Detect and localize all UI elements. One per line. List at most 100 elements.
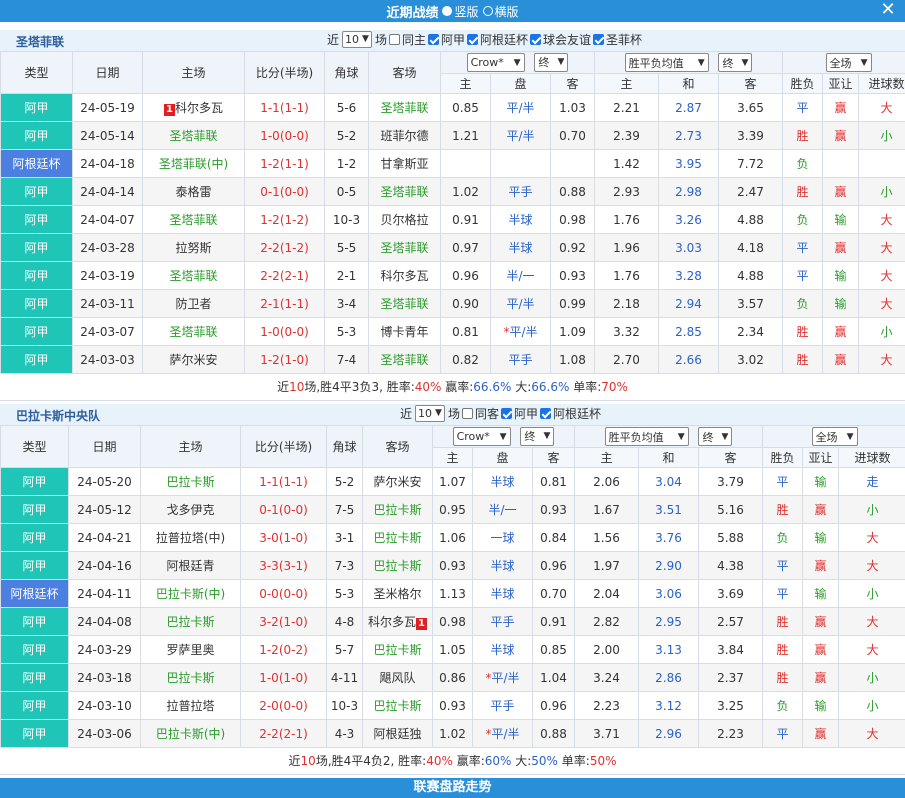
home-team-cell[interactable]: 拉普拉塔(中) bbox=[140, 523, 241, 552]
home-team-cell[interactable]: 圣塔菲联(中) bbox=[142, 149, 245, 178]
match-type[interactable]: 阿甲 bbox=[0, 523, 69, 552]
stage-select[interactable]: 终 ▼ bbox=[534, 52, 569, 72]
avg-select[interactable]: 胜平负均值 ▼ bbox=[624, 53, 709, 72]
away-team-cell[interactable]: 圣米格尔 bbox=[362, 579, 433, 608]
home-team-cell[interactable]: 1 科尔多瓦 bbox=[142, 93, 245, 122]
away-team[interactable]: 圣塔菲联 bbox=[380, 101, 428, 115]
home-team[interactable]: 圣塔菲联 bbox=[169, 213, 217, 227]
match-type[interactable]: 阿甲 bbox=[0, 719, 69, 748]
home-team-cell[interactable]: 泰格雷 bbox=[142, 177, 245, 206]
match-type[interactable]: 阿甲 bbox=[0, 551, 69, 580]
away-team-cell[interactable]: 科尔多瓦 1 bbox=[362, 607, 433, 636]
match-type[interactable]: 阿甲 bbox=[0, 93, 73, 122]
match-type[interactable]: 阿甲 bbox=[0, 121, 73, 150]
match-type[interactable]: 阿甲 bbox=[0, 289, 73, 318]
match-score[interactable]: 3-2(1-0) bbox=[240, 607, 327, 636]
match-score[interactable]: 1-0(0-0) bbox=[244, 121, 325, 150]
away-team[interactable]: 圣塔菲联 bbox=[380, 185, 428, 199]
match-type[interactable]: 阿甲 bbox=[0, 205, 73, 234]
home-team-cell[interactable]: 巴拉卡斯 bbox=[140, 663, 241, 692]
home-team[interactable]: 萨尔米安 bbox=[169, 353, 217, 367]
home-team[interactable]: 拉努斯 bbox=[175, 241, 211, 255]
match-score[interactable]: 2-2(2-1) bbox=[244, 261, 325, 290]
match-type[interactable]: 阿甲 bbox=[0, 317, 73, 346]
home-team-cell[interactable]: 防卫者 bbox=[142, 289, 245, 318]
stage-select[interactable]: 终 ▼ bbox=[520, 426, 555, 446]
count-select[interactable]: 10 ▼ bbox=[415, 405, 445, 422]
match-type[interactable]: 阿甲 bbox=[0, 663, 69, 692]
filter-checkbox-c4[interactable] bbox=[593, 34, 605, 45]
home-team-cell[interactable]: 圣塔菲联 bbox=[142, 317, 245, 346]
match-score[interactable]: 1-2(1-1) bbox=[244, 149, 325, 178]
home-team[interactable]: 泰格雷 bbox=[175, 185, 211, 199]
same-checkbox[interactable] bbox=[461, 408, 473, 419]
away-team[interactable]: 巴拉卡斯 bbox=[373, 643, 421, 657]
match-type[interactable]: 阿甲 bbox=[0, 467, 69, 496]
home-team[interactable]: 巴拉卡斯(中) bbox=[156, 727, 225, 741]
away-team-cell[interactable]: 巴拉卡斯 bbox=[362, 635, 433, 664]
match-score[interactable]: 1-1(1-1) bbox=[240, 467, 327, 496]
away-team-cell[interactable]: 科尔多瓦 bbox=[368, 261, 441, 290]
away-team[interactable]: 圣塔菲联 bbox=[380, 353, 428, 367]
home-team[interactable]: 圣塔菲联 bbox=[169, 129, 217, 143]
away-team-cell[interactable]: 阿根廷独 bbox=[362, 719, 433, 748]
match-score[interactable]: 0-1(0-0) bbox=[244, 177, 325, 206]
count-select[interactable]: 10 ▼ bbox=[342, 31, 372, 48]
match-score[interactable]: 1-1(1-1) bbox=[244, 93, 325, 122]
home-team-cell[interactable]: 戈多伊克 bbox=[140, 495, 241, 524]
home-team-cell[interactable]: 阿根廷青 bbox=[140, 551, 241, 580]
away-team[interactable]: 科尔多瓦 bbox=[380, 269, 428, 283]
home-team-cell[interactable]: 拉普拉塔 bbox=[140, 691, 241, 720]
match-score[interactable]: 1-2(1-2) bbox=[244, 205, 325, 234]
home-team-cell[interactable]: 巴拉卡斯(中) bbox=[140, 719, 241, 748]
home-team-cell[interactable]: 罗萨里奥 bbox=[140, 635, 241, 664]
away-team[interactable]: 巴拉卡斯 bbox=[373, 503, 421, 517]
away-team-cell[interactable]: 圣塔菲联 bbox=[368, 289, 441, 318]
away-team-cell[interactable]: 巴拉卡斯 bbox=[362, 523, 433, 552]
home-team[interactable]: 防卫者 bbox=[175, 297, 211, 311]
home-team-cell[interactable]: 圣塔菲联 bbox=[142, 261, 245, 290]
away-team[interactable]: 班菲尔德 bbox=[380, 129, 428, 143]
stage2-select[interactable]: 终 ▼ bbox=[698, 427, 733, 446]
away-team-cell[interactable]: 班菲尔德 bbox=[368, 121, 441, 150]
away-team[interactable]: 巴拉卡斯 bbox=[373, 531, 421, 545]
match-score[interactable]: 2-0(0-0) bbox=[240, 691, 327, 720]
match-type[interactable]: 阿根廷杯 bbox=[0, 149, 73, 178]
radio-checked-icon[interactable] bbox=[442, 6, 453, 16]
home-team-cell[interactable]: 拉努斯 bbox=[142, 233, 245, 262]
match-type[interactable]: 阿甲 bbox=[0, 691, 69, 720]
home-team[interactable]: 巴拉卡斯 bbox=[166, 475, 214, 489]
company-select[interactable]: Crow* ▼ bbox=[466, 53, 525, 73]
same-checkbox[interactable] bbox=[388, 34, 400, 45]
home-team[interactable]: 罗萨里奥 bbox=[166, 643, 214, 657]
filter-checkbox-c3[interactable] bbox=[530, 34, 541, 45]
away-team[interactable]: 阿根廷独 bbox=[373, 727, 421, 741]
away-team[interactable]: 博卡青年 bbox=[380, 325, 428, 339]
match-score[interactable]: 0-1(0-0) bbox=[240, 495, 327, 524]
match-type[interactable]: 阿甲 bbox=[0, 177, 73, 206]
away-team-cell[interactable]: 甘拿斯亚 bbox=[368, 149, 441, 178]
match-score[interactable]: 3-0(1-0) bbox=[240, 523, 327, 552]
home-team[interactable]: 科尔多瓦 bbox=[175, 101, 223, 115]
match-score[interactable]: 2-2(1-2) bbox=[244, 233, 325, 262]
match-score[interactable]: 2-2(2-1) bbox=[240, 719, 327, 748]
match-type[interactable]: 阿甲 bbox=[0, 261, 73, 290]
away-team[interactable]: 圣米格尔 bbox=[373, 587, 421, 601]
match-type[interactable]: 阿甲 bbox=[0, 345, 73, 374]
filter-checkbox-c1[interactable] bbox=[500, 408, 512, 419]
match-score[interactable]: 1-0(1-0) bbox=[240, 663, 327, 692]
away-team-cell[interactable]: 圣塔菲联 bbox=[368, 233, 441, 262]
away-team-cell[interactable]: 巴拉卡斯 bbox=[362, 691, 433, 720]
filter-checkbox-c2[interactable] bbox=[466, 34, 478, 45]
radio-unchecked-icon[interactable] bbox=[482, 6, 493, 16]
stage2-select[interactable]: 终 ▼ bbox=[718, 53, 753, 72]
match-score[interactable]: 2-1(1-1) bbox=[244, 289, 325, 318]
league-trend-bar[interactable]: 联赛盘路走势 bbox=[0, 778, 905, 798]
away-team-cell[interactable]: 圣塔菲联 bbox=[368, 345, 441, 374]
away-team[interactable]: 科尔多瓦 bbox=[368, 615, 416, 629]
home-team-cell[interactable]: 巴拉卡斯 bbox=[140, 467, 241, 496]
home-team-cell[interactable]: 圣塔菲联 bbox=[142, 121, 245, 150]
away-team-cell[interactable]: 巴拉卡斯 bbox=[362, 495, 433, 524]
company-select[interactable]: Crow* ▼ bbox=[452, 427, 511, 447]
away-team[interactable]: 甘拿斯亚 bbox=[380, 157, 428, 171]
